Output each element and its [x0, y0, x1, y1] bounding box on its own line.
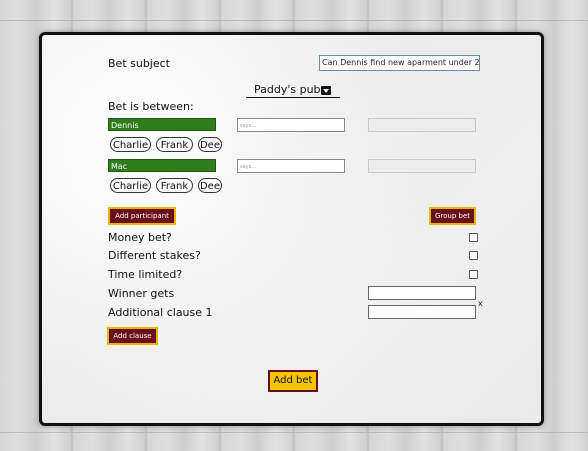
participant-says-input[interactable]: says... [237, 159, 345, 173]
time-limited-label: Time limited? [108, 268, 183, 281]
remove-clause-button[interactable]: x [478, 299, 483, 308]
quick-pick-frank[interactable]: Frank [156, 137, 193, 152]
add-participant-button[interactable]: Add participant [108, 207, 176, 225]
wood-plank-edge [0, 432, 588, 433]
participant-name-input[interactable]: Mac [108, 159, 216, 172]
wood-plank-edge [0, 20, 588, 21]
chevron-down-icon [321, 86, 331, 95]
quick-pick-dee[interactable]: Dee [198, 137, 222, 152]
bet-subject-input[interactable]: Can Dennis find new aparment under 200 [319, 55, 480, 71]
bet-between-label: Bet is between: [108, 100, 194, 113]
different-stakes-label: Different stakes? [108, 249, 201, 262]
quick-pick-charlie[interactable]: Charlie [110, 137, 151, 152]
bet-subject-label: Bet subject [108, 57, 170, 70]
money-bet-checkbox[interactable] [469, 233, 478, 242]
time-limited-checkbox[interactable] [469, 270, 478, 279]
quick-pick-dee[interactable]: Dee [198, 178, 222, 193]
add-clause-button[interactable]: Add clause [107, 327, 158, 345]
winner-gets-label: Winner gets [108, 287, 175, 300]
different-stakes-checkbox[interactable] [469, 251, 478, 260]
additional-clause-label: Additional clause 1 [108, 306, 213, 319]
venue-selected-value: Paddy's pub [254, 83, 321, 96]
participant-extra-input[interactable] [368, 159, 476, 173]
quick-pick-charlie[interactable]: Charlie [110, 178, 151, 193]
participant-extra-input[interactable] [368, 118, 476, 132]
participant-name-input[interactable]: Dennis [108, 118, 216, 131]
group-bet-button[interactable]: Group bet [429, 207, 476, 225]
quick-pick-frank[interactable]: Frank [156, 178, 193, 193]
money-bet-label: Money bet? [108, 231, 172, 244]
winner-gets-input[interactable] [368, 286, 476, 300]
additional-clause-input[interactable] [368, 305, 476, 319]
participant-says-input[interactable]: says... [237, 118, 345, 132]
add-bet-button[interactable]: Add bet [268, 370, 318, 392]
venue-select[interactable]: Paddy's pub [246, 82, 340, 98]
